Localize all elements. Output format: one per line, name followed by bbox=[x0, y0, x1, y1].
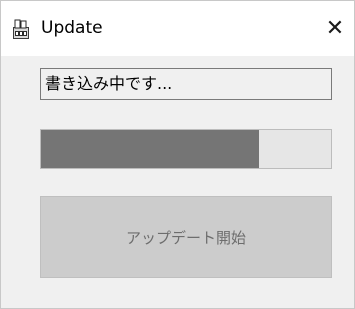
title-bar: Update ✕ bbox=[1, 1, 354, 56]
start-update-button[interactable]: アップデート開始 bbox=[40, 196, 332, 278]
progress-fill bbox=[41, 130, 259, 168]
status-field: 書き込み中です... bbox=[40, 68, 332, 100]
installer-package-icon bbox=[10, 18, 32, 40]
close-button[interactable]: ✕ bbox=[319, 11, 351, 45]
close-icon: ✕ bbox=[325, 15, 345, 41]
progress-bar bbox=[40, 129, 332, 169]
update-window: Update ✕ 書き込み中です... アップデート開始 bbox=[0, 0, 355, 309]
start-update-label: アップデート開始 bbox=[125, 228, 246, 247]
window-title: Update bbox=[41, 18, 103, 38]
status-text: 書き込み中です... bbox=[45, 74, 173, 93]
